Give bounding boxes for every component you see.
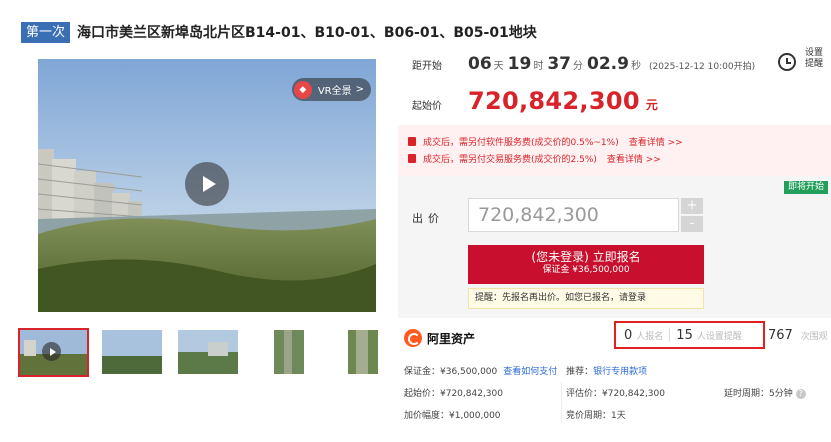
countdown-minutes-unit: 分 xyxy=(573,61,584,72)
bid-label: 出价 xyxy=(412,212,444,225)
vr-tour-button[interactable]: ◆ VR全景 > xyxy=(291,78,371,101)
countdown-seconds-unit: 秒 xyxy=(630,61,641,72)
thumbnail-1[interactable] xyxy=(18,328,89,377)
set-reminder-button[interactable]: 设置提醒 xyxy=(778,48,826,74)
signup-button-label: (您未登录) 立即报名 xyxy=(531,250,641,264)
reminder-count-label: 人设置提醒 xyxy=(696,331,742,342)
fee-notice: 成交后，需另付软件服务费(成交价的0.5%~1%) 查看详情 >> 成交后，需另… xyxy=(398,125,831,176)
countdown-seconds: 02.9 xyxy=(587,54,629,74)
detail-appraisal: 评估价：¥720,842,300 xyxy=(566,389,665,399)
decrease-button[interactable]: - xyxy=(681,216,703,232)
vr-label: VR全景 xyxy=(317,86,352,97)
signup-count-label: 人报名 xyxy=(636,331,664,342)
play-button[interactable] xyxy=(185,162,229,206)
deposit-note: 保证金 ¥36,500,000 xyxy=(542,265,630,275)
fee-line-transaction: 成交后，需另付交易服务费(成交价的2.5%) 查看详情 >> xyxy=(408,150,831,167)
recommend-label: 推荐： xyxy=(566,367,594,377)
deposit-amount: 保证金：¥36,500,000 xyxy=(404,367,498,377)
detail-cycle: 竞价周期：1天 xyxy=(566,411,626,421)
title-bar: 第一次 海口市美兰区新埠岛北片区B14-01、B10-01、B06-01、B05… xyxy=(21,21,537,43)
countdown-hours-unit: 时 xyxy=(533,61,544,72)
start-price-value: 720,842,300 xyxy=(468,87,640,115)
login-reminder: 提醒：先报名再出价。如您已报名，请登录 xyxy=(468,288,704,309)
fee-details-link[interactable]: 查看详情 >> xyxy=(607,152,661,165)
thumbnail-3[interactable] xyxy=(178,330,238,374)
divider xyxy=(561,382,562,422)
bid-panel: 即将开始 出价 720,842,300 + - (您未登录) 立即报名 保证金 … xyxy=(398,176,831,318)
payment-help-link[interactable]: 查看如何支付 xyxy=(503,367,557,377)
countdown-label: 距开始 xyxy=(412,61,442,72)
help-icon[interactable]: ? xyxy=(795,389,806,399)
start-price-unit: 元 xyxy=(645,98,658,112)
bid-stepper: + - xyxy=(681,198,707,232)
divider xyxy=(669,328,671,342)
fee-line-software: 成交后，需另付软件服务费(成交价的0.5%~1%) 查看详情 >> xyxy=(408,133,831,150)
gift-icon xyxy=(408,137,416,146)
platform-name: 阿里资产 xyxy=(427,331,476,346)
countdown: 距开始 06 天 19 时 37 分 02.9 秒 (2025-12-12 10… xyxy=(412,54,755,78)
detail-increment: 加价幅度：¥1,000,000 xyxy=(404,411,501,421)
bid-price-input[interactable]: 720,842,300 xyxy=(468,198,679,232)
round-badge: 第一次 xyxy=(21,21,71,43)
chevron-right-icon: > xyxy=(355,84,364,95)
signup-button[interactable]: (您未登录) 立即报名 保证金 ¥36,500,000 xyxy=(468,245,704,284)
thumbnail-play-icon xyxy=(42,342,61,361)
start-price-label: 起始价 xyxy=(412,101,442,112)
detail-delay: 延时周期：5分钟 xyxy=(724,389,793,399)
ali-asset-logo-icon xyxy=(404,329,422,347)
status-badge: 即将开始 xyxy=(783,181,828,194)
set-reminder-label: 设置提醒 xyxy=(804,48,823,69)
page-title: 海口市美兰区新埠岛北片区B14-01、B10-01、B06-01、B05-01地… xyxy=(77,25,537,41)
participation-stats: 0 人报名 15 人设置提醒 xyxy=(614,321,765,349)
increase-button[interactable]: + xyxy=(681,198,703,214)
fee-text: 成交后，需另付交易服务费(成交价的2.5%) xyxy=(423,155,597,165)
countdown-minutes: 37 xyxy=(547,54,572,74)
alarm-clock-icon xyxy=(778,53,796,71)
thumbnail-2[interactable] xyxy=(102,330,162,374)
thumbnail-5[interactable] xyxy=(348,330,378,374)
vr-icon: ◆ xyxy=(293,80,312,99)
bank-account-link[interactable]: 银行专用款项 xyxy=(593,367,647,377)
platform-brand: 阿里资产 xyxy=(404,329,475,347)
gift-icon xyxy=(408,154,416,163)
thumbnail-strip xyxy=(18,328,378,378)
view-count-label: 次围观 xyxy=(800,332,828,342)
main-video[interactable]: ◆ VR全景 > xyxy=(38,59,376,312)
view-count: 767 次围观 xyxy=(768,328,828,343)
countdown-days: 06 xyxy=(468,54,492,74)
countdown-days-unit: 天 xyxy=(493,61,504,72)
view-count-number: 767 xyxy=(768,328,793,343)
start-price-row: 起始价 720,842,300 元 xyxy=(412,87,658,115)
fee-text: 成交后，需另付软件服务费(成交价的0.5%~1%) xyxy=(423,138,619,148)
countdown-hours: 19 xyxy=(507,54,532,74)
detail-start-price: 起始价：¥720,842,300 xyxy=(404,389,503,399)
reminder-count: 15 xyxy=(676,327,693,343)
fee-details-link[interactable]: 查看详情 >> xyxy=(629,135,683,148)
signup-count: 0 xyxy=(624,327,633,343)
start-time-note: (2025-12-12 10:00开拍) xyxy=(648,62,756,72)
thumbnail-4[interactable] xyxy=(274,330,304,374)
